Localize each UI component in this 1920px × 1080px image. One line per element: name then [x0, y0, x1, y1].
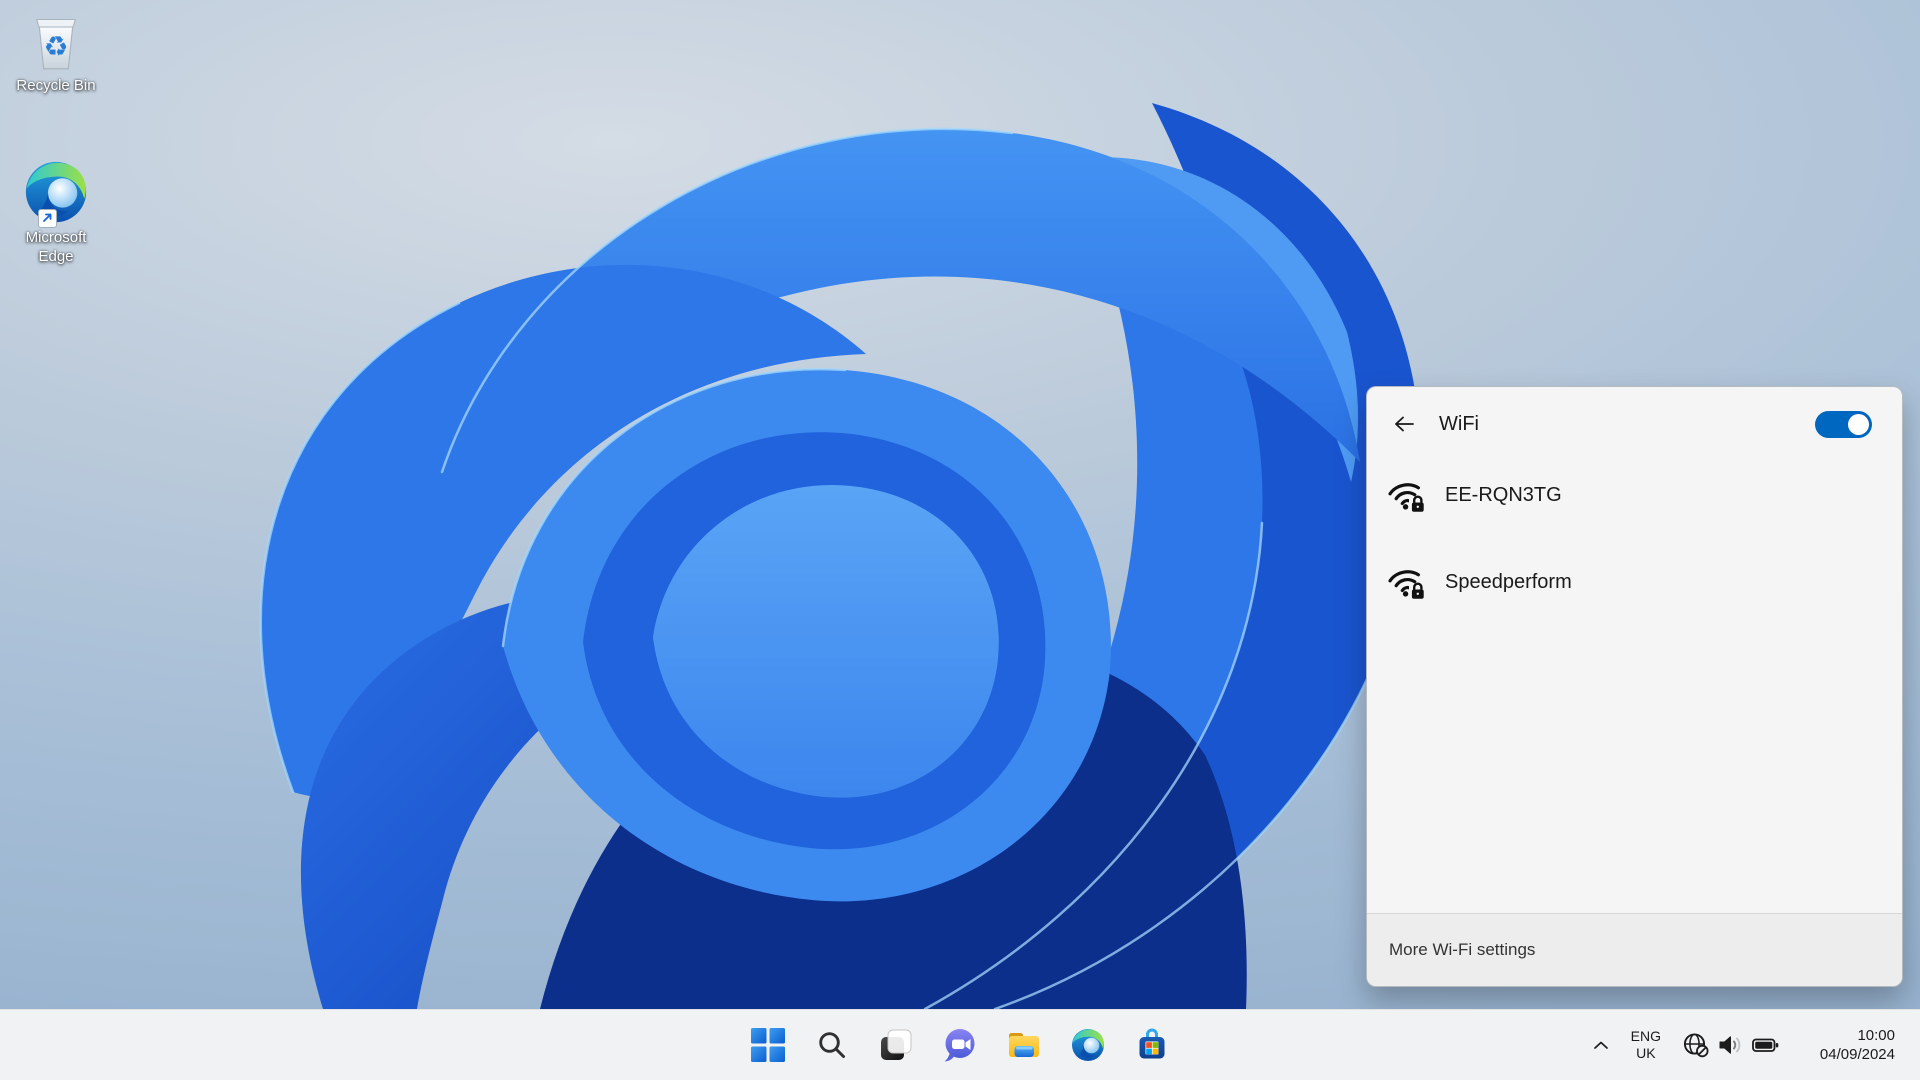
clock-time: 10:00 [1857, 1027, 1895, 1044]
wifi-toggle[interactable] [1815, 410, 1872, 438]
desktop-icon-label: Recycle Bin [16, 77, 96, 94]
edge-icon [1072, 1029, 1104, 1061]
wifi-flyout-header: WiFi [1367, 387, 1902, 461]
recycle-bin-icon: ♻ [36, 18, 76, 70]
battery-icon [1752, 1038, 1779, 1052]
wifi-network-list: EE-RQN3TG Speedperform [1367, 461, 1902, 913]
taskbar: ENG UK 10:00 04/09/2024 [0, 1009, 1920, 1080]
file-explorer-button[interactable] [1004, 1025, 1044, 1065]
svg-text:♻: ♻ [44, 30, 69, 63]
network-globe-no-internet-icon [1683, 1033, 1709, 1058]
shortcut-arrow-badge [38, 209, 57, 228]
language-line2: UK [1636, 1045, 1656, 1061]
language-line1: ENG [1630, 1028, 1661, 1044]
taskbar-center-buttons [748, 1010, 1172, 1080]
quick-settings-button[interactable] [1676, 1026, 1786, 1064]
windows-11-desktop: ♻ Recycle Bin Microsoft Edge WiFi EE-RQN… [0, 0, 1920, 1080]
wifi-secured-icon [1388, 569, 1426, 600]
desktop-area[interactable]: ♻ Recycle Bin Microsoft Edge WiFi EE-RQN… [0, 0, 1920, 1009]
desktop-icon-label: Microsoft Edge [25, 229, 87, 265]
chat-button[interactable] [940, 1025, 980, 1065]
wifi-flyout-panel: WiFi EE-RQN3TG Speedperform More Wi-Fi s… [1366, 386, 1903, 987]
search-button[interactable] [812, 1025, 852, 1065]
system-tray: ENG UK 10:00 04/09/2024 [1586, 1010, 1910, 1080]
search-icon [819, 1032, 845, 1058]
language-indicator[interactable]: ENG UK [1624, 1022, 1668, 1068]
chat-video-icon [944, 1029, 975, 1062]
wifi-network-row[interactable]: EE-RQN3TG [1375, 461, 1894, 529]
back-button[interactable] [1387, 407, 1421, 441]
microsoft-store-icon [1139, 1028, 1165, 1059]
wifi-secured-icon [1388, 482, 1426, 513]
windows-logo-icon [751, 1028, 785, 1062]
task-view-button[interactable] [876, 1025, 916, 1065]
chevron-up-icon [1593, 1041, 1608, 1049]
toggle-knob [1848, 413, 1869, 435]
microsoft-store-button[interactable] [1132, 1025, 1172, 1065]
wifi-network-name: Speedperform [1445, 570, 1572, 593]
wifi-network-row[interactable]: Speedperform [1375, 548, 1894, 616]
clock-date: 04/09/2024 [1819, 1046, 1895, 1063]
wifi-panel-title: WiFi [1439, 412, 1479, 435]
hidden-icons-button[interactable] [1586, 1034, 1616, 1056]
file-explorer-icon [1009, 1033, 1039, 1057]
desktop-icon-microsoft-edge[interactable]: Microsoft Edge [6, 160, 106, 266]
speaker-volume-icon [1719, 1036, 1741, 1054]
task-view-icon [881, 1029, 912, 1060]
wifi-network-name: EE-RQN3TG [1445, 483, 1562, 506]
start-button[interactable] [748, 1025, 788, 1065]
left-arrow-icon [1395, 416, 1414, 432]
desktop-icon-recycle-bin[interactable]: ♻ Recycle Bin [6, 12, 106, 95]
edge-browser-button[interactable] [1068, 1025, 1108, 1065]
clock-and-date[interactable]: 10:00 04/09/2024 [1796, 1020, 1902, 1070]
more-wifi-settings-link[interactable]: More Wi-Fi settings [1367, 913, 1902, 986]
